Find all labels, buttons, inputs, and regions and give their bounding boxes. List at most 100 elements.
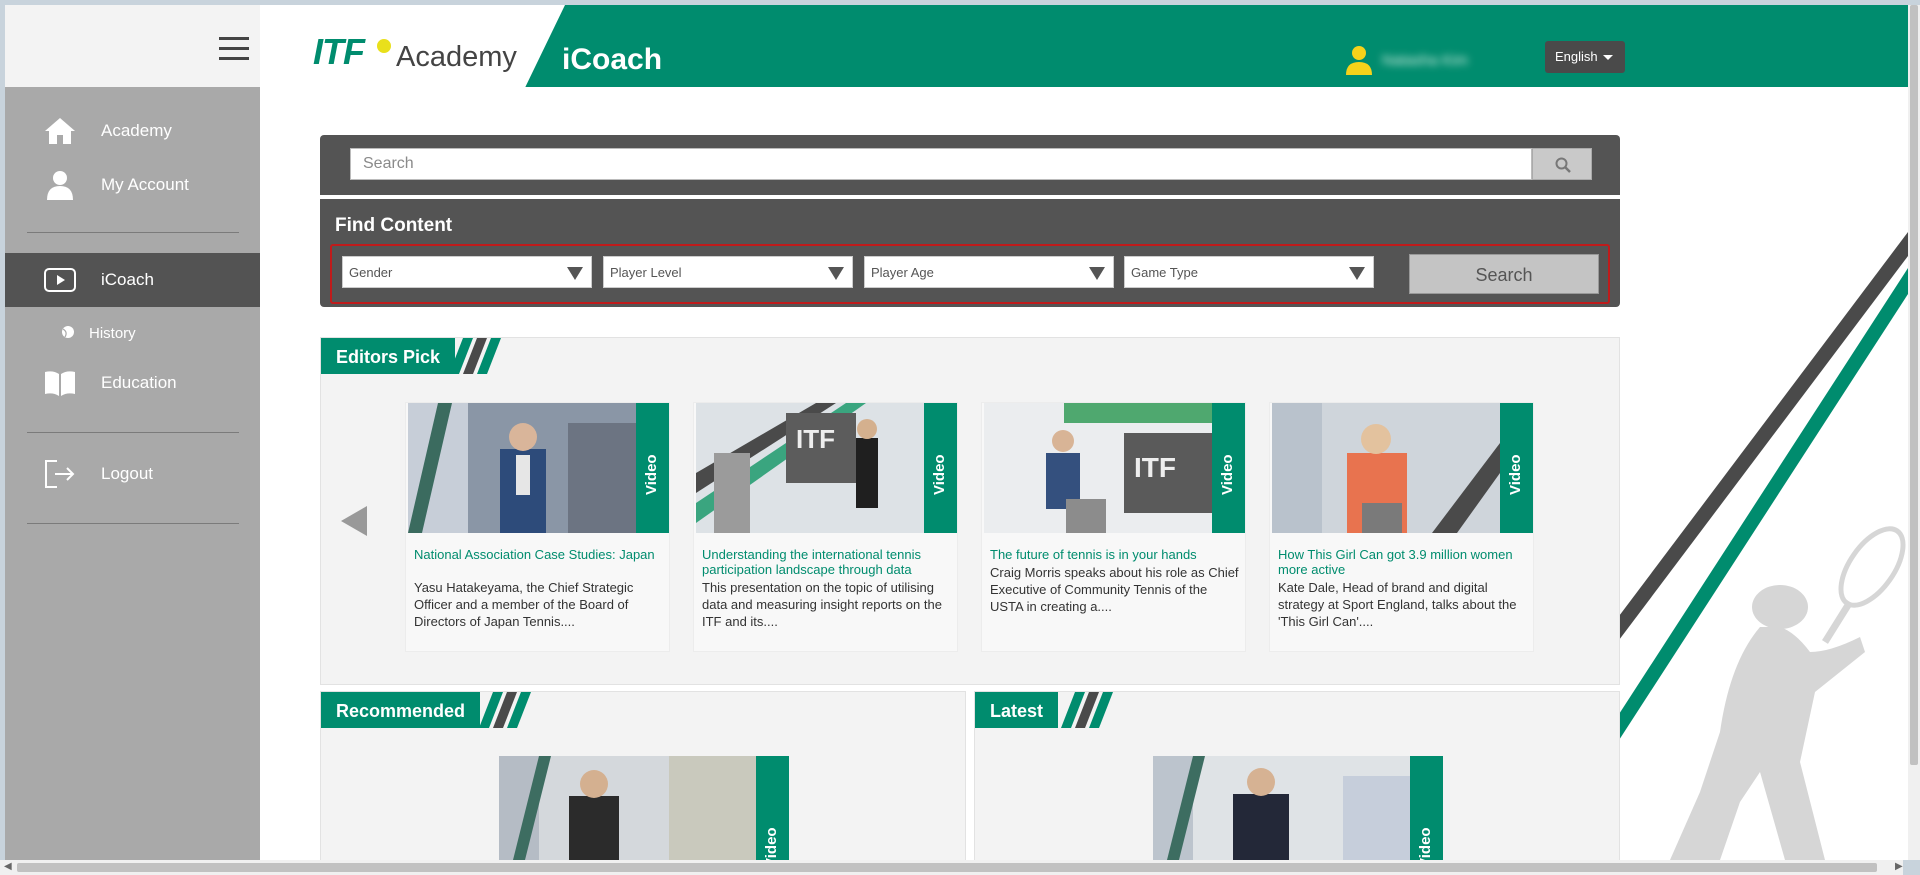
sidebar-item-label: iCoach xyxy=(101,270,154,289)
section-title: Latest xyxy=(975,692,1059,728)
svg-text:ITF: ITF xyxy=(796,424,835,454)
video-thumbnail xyxy=(1153,756,1410,860)
home-icon xyxy=(45,118,75,144)
video-card[interactable]: Video How This Girl Can got 3.9 million … xyxy=(1269,402,1534,652)
user-icon[interactable] xyxy=(1344,45,1374,75)
sidebar-item-logout[interactable]: Logout xyxy=(5,447,260,499)
video-badge: Video xyxy=(636,403,669,533)
card-title[interactable]: National Association Case Studies: Japan xyxy=(414,547,669,562)
select-label: Gender xyxy=(349,265,393,280)
decorative-tennis-player-graphic xyxy=(1610,232,1908,860)
scroll-left-arrow-icon[interactable]: ◀ xyxy=(4,861,12,872)
search-submit-button[interactable] xyxy=(1532,148,1592,180)
carousel-prev-arrow-icon[interactable] xyxy=(341,506,367,536)
video-thumbnail xyxy=(499,756,756,860)
card-description: Craig Morris speaks about his role as Ch… xyxy=(990,565,1239,614)
search-bar xyxy=(320,135,1620,195)
sidebar-item-label: Academy xyxy=(101,121,172,140)
horizontal-scrollbar-thumb[interactable] xyxy=(17,863,1877,872)
select-label: Player Age xyxy=(871,265,934,280)
caret-down-icon xyxy=(1349,267,1365,280)
card-title[interactable]: Understanding the international tennis p… xyxy=(702,547,957,577)
main-content: Find Content Gender Player Level Player … xyxy=(260,87,1908,860)
sidebar: Academy My Account iCoach History Educat… xyxy=(5,87,260,860)
video-card[interactable]: ITF Video Understanding the internationa… xyxy=(693,402,958,652)
search-input[interactable] xyxy=(350,148,1532,180)
card-title[interactable]: How This Girl Can got 3.9 million women … xyxy=(1278,547,1533,577)
search-icon xyxy=(1555,157,1571,173)
vertical-scrollbar-thumb[interactable] xyxy=(1910,5,1918,765)
sidebar-item-icoach[interactable]: iCoach xyxy=(5,253,260,307)
academy-logo-text[interactable]: Academy xyxy=(396,41,517,74)
video-card[interactable]: Video xyxy=(1153,756,1443,860)
book-icon xyxy=(45,371,75,396)
player-level-select[interactable]: Player Level xyxy=(603,256,853,288)
caret-down-icon xyxy=(1603,55,1613,60)
latest-section: Latest Video xyxy=(974,691,1620,860)
video-badge: Video xyxy=(1212,403,1245,533)
sidebar-item-history[interactable]: History xyxy=(5,311,260,355)
recommended-section: Recommended Video xyxy=(320,691,966,860)
ball-icon xyxy=(62,326,74,338)
scroll-right-arrow-icon[interactable]: ▶ xyxy=(1895,861,1903,872)
section-stripes-decoration xyxy=(479,692,531,728)
card-description: This presentation on the topic of utilis… xyxy=(702,580,942,629)
video-card[interactable]: Video xyxy=(499,756,789,860)
player-age-select[interactable]: Player Age xyxy=(864,256,1114,288)
sidebar-item-my-account[interactable]: My Account xyxy=(5,158,260,210)
filter-row: Gender Player Level Player Age Game Type… xyxy=(330,244,1610,304)
sidebar-item-label: History xyxy=(89,325,136,342)
vertical-scrollbar[interactable] xyxy=(1908,5,1920,860)
sidebar-item-education[interactable]: Education xyxy=(5,356,260,408)
logout-icon xyxy=(45,460,75,488)
video-thumbnail: ITF xyxy=(696,403,924,533)
sidebar-item-label: Education xyxy=(101,373,177,392)
sidebar-divider xyxy=(27,432,239,433)
select-label: Game Type xyxy=(1131,265,1198,280)
video-thumbnail: ITF xyxy=(984,403,1212,533)
card-title[interactable]: The future of tennis is in your hands xyxy=(990,547,1245,562)
app-title: iCoach xyxy=(562,43,663,76)
user-icon xyxy=(47,171,73,200)
section-title: Recommended xyxy=(321,692,481,728)
browser-viewport: ITF Academy iCoach Natasha Kim English A… xyxy=(5,5,1908,860)
video-badge: Video xyxy=(1500,403,1533,533)
video-badge: Video xyxy=(1410,756,1443,860)
video-card[interactable]: Video National Association Case Studies:… xyxy=(405,402,670,652)
video-thumbnail xyxy=(408,403,636,533)
caret-down-icon xyxy=(828,267,844,280)
play-icon xyxy=(44,268,76,292)
tennis-ball-logo-icon xyxy=(377,39,391,53)
card-description: Yasu Hatakeyama, the Chief Strategic Off… xyxy=(414,580,634,629)
editors-pick-section: Editors Pick Video National Association … xyxy=(320,337,1620,685)
find-content-title: Find Content xyxy=(335,215,453,236)
game-type-select[interactable]: Game Type xyxy=(1124,256,1374,288)
top-header: ITF Academy iCoach Natasha Kim English xyxy=(5,5,1908,87)
user-name[interactable]: Natasha Kim xyxy=(1382,52,1468,69)
horizontal-scrollbar[interactable]: ◀ ▶ xyxy=(0,860,1903,875)
hamburger-menu-icon[interactable] xyxy=(219,37,249,63)
find-content-panel: Find Content Gender Player Level Player … xyxy=(320,199,1620,307)
language-dropdown[interactable]: English xyxy=(1545,41,1625,73)
sidebar-item-academy[interactable]: Academy xyxy=(5,104,260,156)
section-title: Editors Pick xyxy=(321,338,456,374)
video-badge: Video xyxy=(924,403,957,533)
filter-search-button[interactable]: Search xyxy=(1409,254,1599,294)
section-stripes-decoration xyxy=(1061,692,1113,728)
sidebar-divider xyxy=(27,232,239,233)
caret-down-icon xyxy=(567,267,583,280)
video-thumbnail xyxy=(1272,403,1500,533)
gender-select[interactable]: Gender xyxy=(342,256,592,288)
section-stripes-decoration xyxy=(449,338,501,374)
language-label: English xyxy=(1555,49,1598,64)
caret-down-icon xyxy=(1089,267,1105,280)
card-description: Kate Dale, Head of brand and digital str… xyxy=(1278,580,1517,629)
sidebar-item-label: Logout xyxy=(101,464,153,483)
video-card[interactable]: ITF Video The future of tennis is in you… xyxy=(981,402,1246,652)
sidebar-divider xyxy=(27,523,239,524)
itf-logo-text[interactable]: ITF xyxy=(313,31,365,73)
svg-text:ITF: ITF xyxy=(1134,452,1176,483)
video-badge: Video xyxy=(756,756,789,860)
sidebar-item-label: My Account xyxy=(101,175,189,194)
select-label: Player Level xyxy=(610,265,682,280)
